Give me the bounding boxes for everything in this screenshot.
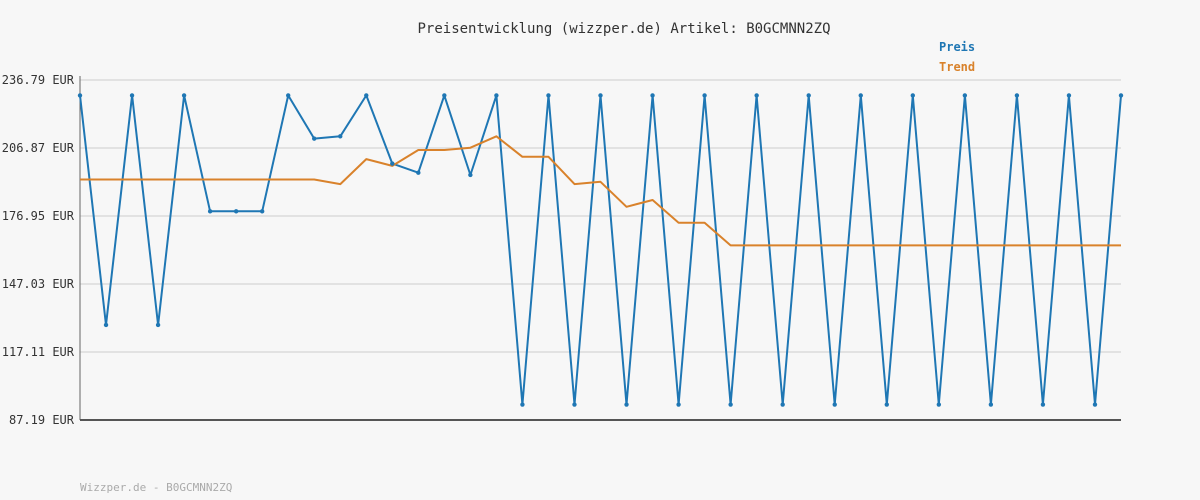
preis-point: [728, 402, 733, 407]
preis-point: [338, 134, 343, 139]
preis-point: [1014, 93, 1020, 98]
y-tick-label: 176.95 EUR: [2, 209, 75, 223]
preis-point: [598, 93, 603, 98]
preis-point: [780, 402, 785, 407]
preis-point: [754, 93, 759, 98]
preis-point: [1118, 93, 1124, 98]
price-chart: Preisentwicklung (wizzper.de) Artikel: B…: [2, 21, 1124, 494]
preis-point: [832, 402, 837, 407]
series-line-trend: [80, 135, 1121, 247]
legend-preis: Preis: [939, 40, 975, 54]
legend-trend: Trend: [939, 60, 975, 74]
series-line-preis: [79, 94, 1122, 406]
preis-point: [181, 93, 187, 98]
preis-point: [442, 93, 447, 98]
preis-point: [676, 402, 681, 407]
preis-point: [259, 209, 265, 214]
preis-point: [572, 402, 577, 407]
preis-point: [1092, 402, 1098, 407]
preis-point: [416, 170, 421, 175]
preis-point: [1040, 402, 1046, 407]
preis-point: [103, 322, 109, 328]
preis-point: [936, 402, 942, 407]
legend: Preis Trend: [939, 40, 975, 74]
chart-title: Preisentwicklung (wizzper.de) Artikel: B…: [417, 21, 830, 37]
preis-point: [207, 209, 213, 214]
y-axis-ticks: 236.79 EUR 206.87 EUR 176.95 EUR 147.03 EUR…: [2, 73, 75, 427]
preis-point: [77, 93, 83, 98]
preis-point: [364, 93, 369, 98]
y-tick-label: 147.03 EUR: [2, 277, 75, 291]
preis-point: [702, 93, 707, 98]
preis-point: [806, 93, 811, 98]
preis-point: [988, 402, 994, 407]
preis-point: [390, 161, 395, 166]
preis-point: [884, 402, 889, 407]
preis-point: [910, 93, 915, 98]
footer-credit: Wizzper.de - B0GCMNN2ZQ: [80, 481, 232, 494]
preis-point: [546, 93, 551, 98]
axes: [79, 76, 1121, 421]
preis-point: [624, 402, 629, 407]
preis-point: [520, 402, 525, 407]
preis-point: [1066, 93, 1072, 98]
preis-point: [468, 172, 473, 178]
preis-point: [233, 209, 239, 214]
preis-point: [962, 93, 968, 98]
preis-point: [858, 93, 863, 98]
preis-point: [286, 93, 291, 98]
y-tick-label: 236.79 EUR: [2, 73, 75, 87]
preis-point: [494, 93, 499, 98]
y-tick-label: 87.19 EUR: [9, 413, 75, 427]
preis-point: [650, 93, 655, 98]
y-tick-label: 117.11 EUR: [2, 345, 75, 359]
preis-point: [155, 322, 161, 328]
preis-point: [312, 136, 317, 141]
y-tick-label: 206.87 EUR: [2, 141, 75, 155]
grid-lines: [80, 79, 1121, 353]
preis-point: [129, 93, 135, 98]
series-lines: [77, 93, 1124, 407]
